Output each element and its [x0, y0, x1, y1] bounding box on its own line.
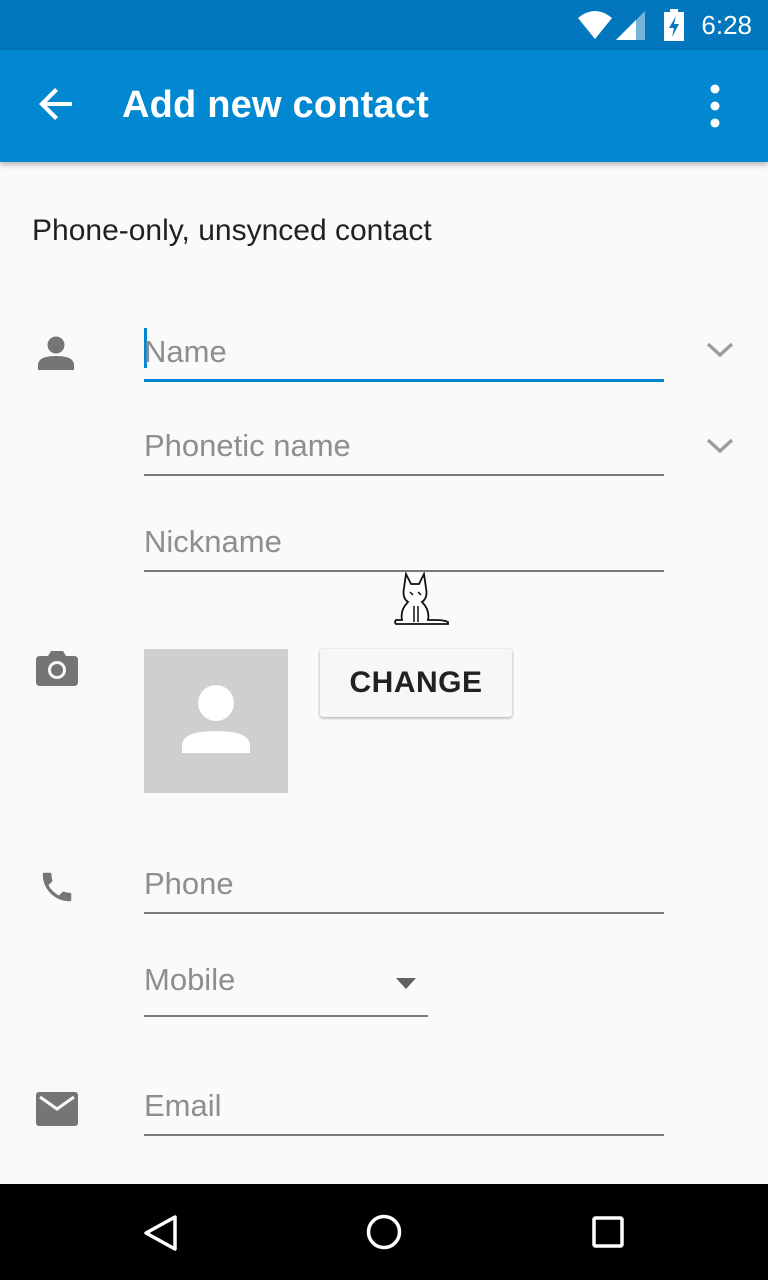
cat-sprite-icon: [394, 572, 449, 625]
phone-type-value: Mobile: [144, 962, 236, 997]
chevron-down-icon[interactable]: [706, 438, 734, 454]
nickname-input[interactable]: Nickname: [144, 516, 664, 572]
phonetic-name-input[interactable]: Phonetic name: [144, 420, 664, 476]
wifi-icon: [578, 11, 612, 39]
email-placeholder: Email: [144, 1088, 222, 1123]
contact-photo-placeholder[interactable]: [144, 649, 288, 793]
camera-icon: [36, 651, 78, 686]
phone-icon: [42, 872, 72, 902]
email-icon: [36, 1092, 78, 1126]
account-type-label: Phone-only, unsynced contact: [32, 214, 432, 247]
name-underline: [144, 379, 664, 382]
phone-type-underline: [144, 1015, 428, 1017]
cell-signal-icon: [616, 11, 645, 40]
recents-square-icon[interactable]: [592, 1216, 624, 1248]
phonetic-name-underline: [144, 474, 664, 476]
email-input[interactable]: Email: [144, 1080, 664, 1136]
change-photo-button[interactable]: CHANGE: [320, 649, 512, 717]
app-bar: Add new contact: [0, 50, 768, 162]
back-triangle-icon[interactable]: [142, 1214, 178, 1252]
name-placeholder: Name: [144, 334, 227, 369]
status-bar: 6:28: [0, 0, 768, 50]
phone-input[interactable]: Phone: [144, 858, 664, 914]
chevron-down-icon[interactable]: [706, 342, 734, 358]
more-vert-icon[interactable]: [700, 84, 730, 128]
person-icon: [38, 336, 74, 370]
name-input[interactable]: Name: [144, 326, 664, 382]
phonetic-name-placeholder: Phonetic name: [144, 428, 351, 463]
system-nav-bar: [0, 1184, 768, 1280]
home-circle-icon[interactable]: [366, 1214, 402, 1250]
dropdown-arrow-icon: [396, 978, 416, 989]
battery-charging-icon: [664, 9, 684, 41]
status-time: 6:28: [701, 10, 752, 40]
email-underline: [144, 1134, 664, 1136]
page-title: Add new contact: [122, 84, 430, 126]
phone-underline: [144, 912, 664, 914]
phone-placeholder: Phone: [144, 866, 234, 901]
person-avatar-icon: [182, 685, 250, 753]
back-arrow-icon[interactable]: [36, 84, 76, 124]
nickname-placeholder: Nickname: [144, 524, 282, 559]
phone-type-select[interactable]: Mobile: [144, 954, 428, 1017]
